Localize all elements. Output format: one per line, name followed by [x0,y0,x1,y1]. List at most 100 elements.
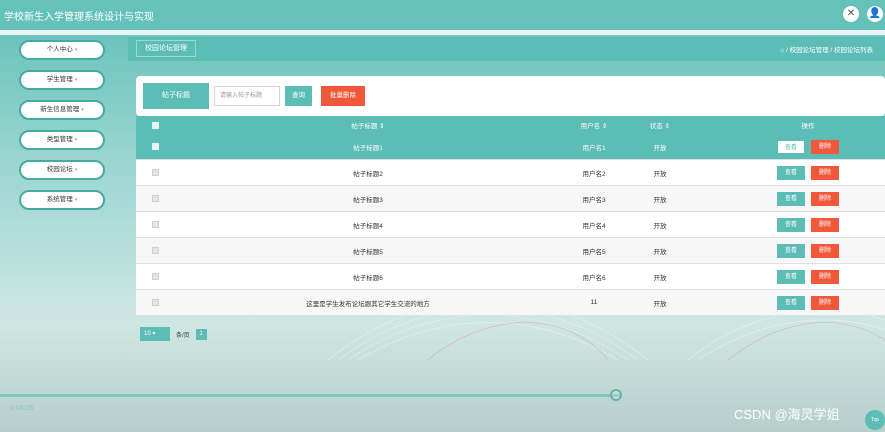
cell-ops: 查看 删除 [748,134,868,159]
sidebar-item-label: 新生信息管理 [40,106,80,113]
watermark: CSDN @海灵学姐 [734,407,840,422]
query-button[interactable]: 查询 [285,86,312,106]
header-divider [0,30,885,35]
chevron-down-icon: ▾ [74,197,78,203]
sidebar-item-students[interactable]: 学生管理 ▾ [19,70,105,90]
row-checkbox[interactable] [150,290,160,315]
view-button[interactable]: 查看 [777,269,805,284]
tab-forum-management[interactable]: 校园论坛管理 [136,40,196,57]
sidebar-item-system[interactable]: 系统管理 ▾ [19,190,105,210]
video-time: 0:04:06 [10,405,34,412]
sidebar-item-label: 个人中心 [46,46,73,53]
breadcrumb-bar: 校园论坛管理 ⌂ / 校园论坛管理 / 校园论坛列表 [128,37,885,61]
breadcrumb[interactable]: ⌂ / 校园论坛管理 / 校园论坛列表 [780,44,873,54]
sidebar-item-label: 学生管理 [46,76,73,83]
video-progress-bar[interactable] [0,394,620,397]
row-checkbox[interactable] [150,212,160,237]
search-input[interactable]: 请输入帖子标题 [214,86,280,106]
user-icon[interactable]: 👤 [867,6,883,22]
sidebar-item-freshmen[interactable]: 新生信息管理 ▾ [19,100,105,120]
sidebar-item-label: 类型管理 [46,136,73,143]
cell-state: 开放 [653,248,667,256]
cell-ops: 查看 删除 [748,290,868,315]
delete-button[interactable]: 删除 [811,165,839,180]
chevron-down-icon: ▾ [74,47,78,53]
cell-title: 这里是学生发布论坛跟其它学生交流的地方 [306,300,430,308]
row-checkbox[interactable] [150,238,160,263]
video-progress-handle[interactable] [610,389,622,401]
view-button[interactable]: 查看 [777,243,805,258]
chevron-down-icon: ▾ [74,77,78,83]
chevron-down-icon: ▾ [74,167,78,173]
cell-user: 11 [590,299,598,306]
bulk-delete-button[interactable]: 批量删除 [321,86,365,106]
row-checkbox[interactable] [150,160,160,185]
back-to-top-button[interactable]: Top [865,410,885,430]
sidebar-item-personal-center[interactable]: 个人中心 ▾ [19,40,105,60]
header-ops: 操作 [801,123,815,130]
delete-button[interactable]: 删除 [811,217,839,232]
page-button-current[interactable]: 1 [195,328,207,340]
forum-table: 帖子标题 ⇕ 用户名 ⇕ 状态 ⇕ 操作 帖子标题1 用户名1 开放 查看 删除… [136,116,885,316]
view-button[interactable]: 查看 [777,217,805,232]
select-all-checkbox[interactable] [150,116,160,134]
page-size-value: 10 [144,331,151,337]
cell-ops: 查看 删除 [748,238,868,263]
cell-user: 用户名3 [582,196,606,204]
cell-user: 用户名4 [582,222,606,230]
per-page-label: 条/页 [176,332,190,339]
table-row[interactable]: 帖子标题3 用户名3 开放 查看 删除 [136,186,885,212]
delete-button[interactable]: 删除 [811,269,839,284]
cell-title: 帖子标题5 [353,248,383,256]
header-user[interactable]: 用户名 ⇕ [554,116,634,134]
chevron-down-icon: ▾ [81,107,84,113]
page-size-select[interactable]: 10 ▾ [140,327,170,341]
header-title[interactable]: 帖子标题 ⇕ [256,116,480,134]
table-row[interactable]: 帖子标题6 用户名6 开放 查看 删除 [136,264,885,290]
app-title: 学校新生入学管理系统设计与实现 [4,12,154,23]
cell-state: 开放 [653,170,667,178]
delete-button[interactable]: 删除 [811,191,839,206]
sidebar-item-types[interactable]: 类型管理 ▾ [19,130,105,150]
cell-user: 用户名5 [582,248,606,256]
delete-button[interactable]: 删除 [811,295,839,310]
table-row[interactable]: 帖子标题1 用户名1 开放 查看 删除 [136,134,885,160]
search-label: 帖子标题 [143,83,209,109]
cell-ops: 查看 删除 [748,160,868,185]
cell-title: 帖子标题6 [353,274,383,282]
table-row[interactable]: 帖子标题5 用户名5 开放 查看 删除 [136,238,885,264]
view-button[interactable]: 查看 [777,139,805,154]
view-button[interactable]: 查看 [777,295,805,310]
chevron-down-icon: ▾ [74,137,78,143]
table-header: 帖子标题 ⇕ 用户名 ⇕ 状态 ⇕ 操作 [136,116,885,134]
cell-title: 帖子标题3 [353,196,383,204]
search-bar: 帖子标题 请输入帖子标题 查询 批量删除 [136,76,885,116]
cell-state: 开放 [653,222,667,230]
cell-ops: 查看 删除 [748,212,868,237]
header-state[interactable]: 状态 ⇕ [628,116,692,134]
top-header: 学校新生入学管理系统设计与实现 ✕ 👤 [0,0,885,30]
cell-user: 用户名1 [582,144,606,152]
cell-user: 用户名6 [582,274,606,282]
table-row[interactable]: 这里是学生发布论坛跟其它学生交流的地方 11 开放 查看 删除 [136,290,885,316]
cell-user: 用户名2 [582,170,606,178]
table-row[interactable]: 帖子标题2 用户名2 开放 查看 删除 [136,160,885,186]
table-row[interactable]: 帖子标题4 用户名4 开放 查看 删除 [136,212,885,238]
cell-state: 开放 [653,144,667,152]
row-checkbox[interactable] [150,134,160,159]
sidebar-item-forum[interactable]: 校园论坛 ▾ [19,160,105,180]
main-panel: 帖子标题 请输入帖子标题 查询 批量删除 帖子标题 ⇕ 用户名 ⇕ 状态 ⇕ 操… [128,66,885,356]
cell-ops: 查看 删除 [748,264,868,289]
delete-button[interactable]: 删除 [811,139,839,154]
view-button[interactable]: 查看 [777,165,805,180]
row-checkbox[interactable] [150,264,160,289]
view-button[interactable]: 查看 [777,191,805,206]
cell-ops: 查看 删除 [748,186,868,211]
delete-button[interactable]: 删除 [811,243,839,258]
row-checkbox[interactable] [150,186,160,211]
close-icon[interactable]: ✕ [843,6,859,22]
pagination: 10 ▾ 条/页 1 [140,327,207,341]
sidebar: 个人中心 ▾ 学生管理 ▾ 新生信息管理 ▾ 类型管理 ▾ 校园论坛 ▾ 系统管理 ▾ [0,35,128,432]
cell-state: 开放 [653,300,667,308]
sidebar-item-label: 校园论坛 [46,166,73,173]
